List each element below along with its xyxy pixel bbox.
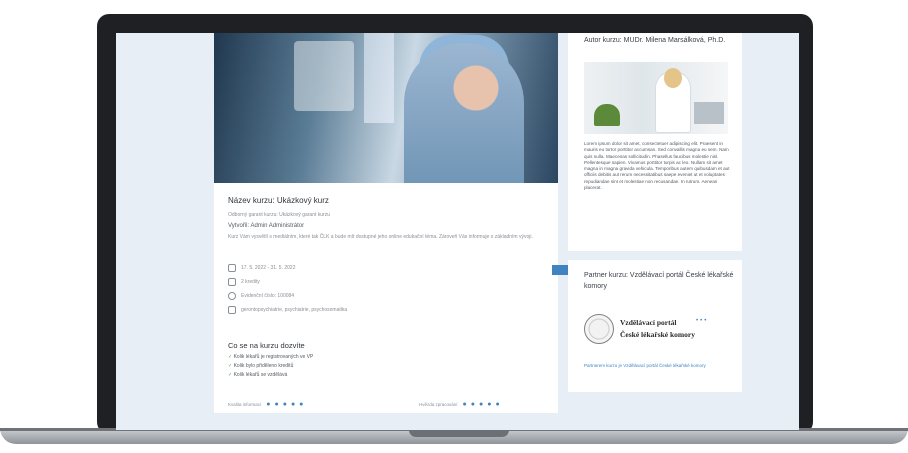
dots-icon: ••• <box>696 318 709 324</box>
course-created-by: Vytvořil: Admin Administrátor <box>228 223 305 229</box>
partner-card: Partner kurzu: Vzdělávací portál České l… <box>568 260 742 392</box>
partner-link[interactable]: Partnerem kurzu je Vzdělávací portál Čes… <box>584 363 724 369</box>
course-category: gerontopsychiatrie, psychiatrie, psychos… <box>228 306 347 314</box>
course-dates: 17. 5. 2022 - 31. 5. 2022 <box>228 264 296 272</box>
course-title: Název kurzu: Ukázkový kurz <box>228 196 329 205</box>
author-bio: Lorem ipsum dolor sit amet, consectetuer… <box>584 141 730 191</box>
partner-logo-line2: České lékařské komory <box>620 330 695 339</box>
course-description: Kurz Vám vysvětlí s mediálním, které tak… <box>228 234 533 240</box>
partner-logo-line1: Vzdělávací portál <box>620 318 677 327</box>
course-guarantor: Odborný garant kurzu: Ukázkový garant ku… <box>228 212 330 218</box>
seal-icon <box>584 314 614 344</box>
course-card: Název kurzu: Ukázkový kurz Odborný garan… <box>214 33 640 413</box>
partner-title: Partner kurzu: Vzdělávací portál České l… <box>584 272 734 290</box>
credits-icon <box>228 278 236 286</box>
learn-section-title: Co se na kurzu dozvíte <box>228 341 305 350</box>
author-photo <box>584 62 728 134</box>
course-credits: 2 kredity <box>228 278 260 286</box>
quality-rating: Kvalita informací ●●●●● <box>228 401 308 408</box>
camera-icon <box>228 306 236 314</box>
learn-item: Kolik bylo přiděleno kreditů <box>228 363 294 369</box>
author-title: Autor kurzu: MUDr. Milena Marsálková, Ph… <box>584 37 726 44</box>
course-hero-image <box>214 33 558 183</box>
calendar-icon <box>228 264 236 272</box>
learn-item: Kolik lékařů je registrovaných ve VP <box>228 354 314 360</box>
course-reg-number: Evidenční číslo: 100084 <box>228 292 294 300</box>
rating-dots[interactable]: ●●●●● <box>266 401 307 408</box>
rating-dots[interactable]: ●●●●● <box>463 401 504 408</box>
author-card: Autor kurzu: MUDr. Milena Marsálková, Ph… <box>568 33 742 251</box>
laptop-notch <box>409 430 509 437</box>
partner-logo[interactable]: Vzdělávací portál ••• České lékařské kom… <box>584 312 734 352</box>
screen: Název kurzu: Ukázkový kurz Odborný garan… <box>116 33 799 430</box>
tag-icon <box>228 292 236 300</box>
learn-item: Kolik lékařů se vzdělává <box>228 372 288 378</box>
processing-rating: Hvězda zpracování ●●●●● <box>419 401 504 408</box>
